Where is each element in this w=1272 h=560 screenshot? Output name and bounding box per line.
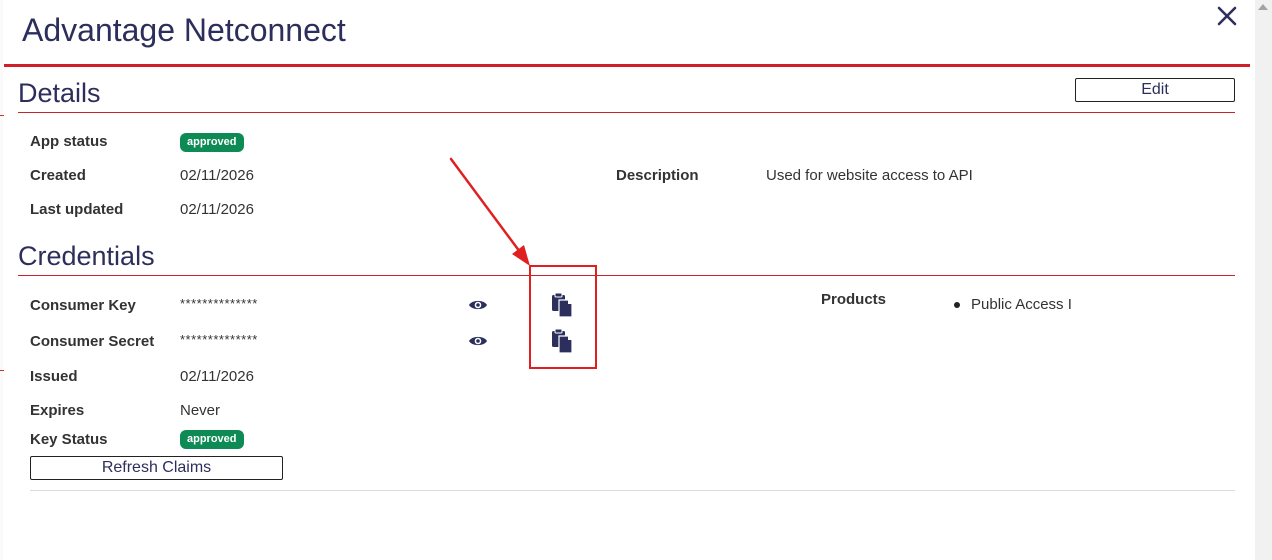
details-heading: Details	[18, 78, 101, 108]
consumer-key-label: Consumer Key	[30, 297, 136, 314]
key-status-label: Key Status	[30, 431, 108, 448]
product-bullet	[954, 302, 960, 308]
app-status-badge: approved	[180, 133, 244, 152]
edit-button[interactable]: Edit	[1075, 78, 1235, 102]
details-divider	[18, 112, 1235, 113]
description-label: Description	[616, 167, 699, 184]
credentials-heading: Credentials	[18, 241, 155, 271]
last-updated-label: Last updated	[30, 201, 124, 218]
annotation-arrow	[449, 157, 530, 266]
credentials-bottom-divider	[30, 490, 1235, 491]
scroll-up-arrow[interactable]	[1258, 4, 1268, 10]
close-icon[interactable]	[1214, 3, 1240, 29]
background-page	[0, 0, 3, 560]
consumer-secret-label: Consumer Secret	[30, 333, 155, 350]
consumer-secret-value: **************	[180, 332, 258, 347]
credentials-divider	[18, 275, 1235, 276]
refresh-claims-button[interactable]: Refresh Claims	[30, 456, 283, 480]
app-status-label: App status	[30, 133, 108, 150]
description-value: Used for website access to API	[766, 167, 973, 184]
issued-value: 02/11/2026	[180, 368, 254, 385]
expires-value: Never	[180, 402, 221, 419]
product-item: Public Access I	[971, 296, 1072, 313]
created-label: Created	[30, 167, 86, 184]
title-divider	[4, 64, 1250, 67]
created-value: 02/11/2026	[180, 167, 254, 184]
annotation-highlight-box	[529, 265, 597, 369]
consumer-key-value: **************	[180, 296, 258, 311]
last-updated-value: 02/11/2026	[180, 201, 254, 218]
modal-title: Advantage Netconnect	[22, 12, 346, 48]
key-status-badge: approved	[180, 430, 244, 449]
scrollbar[interactable]	[1255, 0, 1272, 560]
expires-label: Expires	[30, 402, 85, 419]
show-key-eye-icon[interactable]	[468, 298, 488, 312]
show-secret-eye-icon[interactable]	[468, 334, 488, 348]
products-label: Products	[821, 291, 887, 308]
issued-label: Issued	[30, 368, 78, 385]
